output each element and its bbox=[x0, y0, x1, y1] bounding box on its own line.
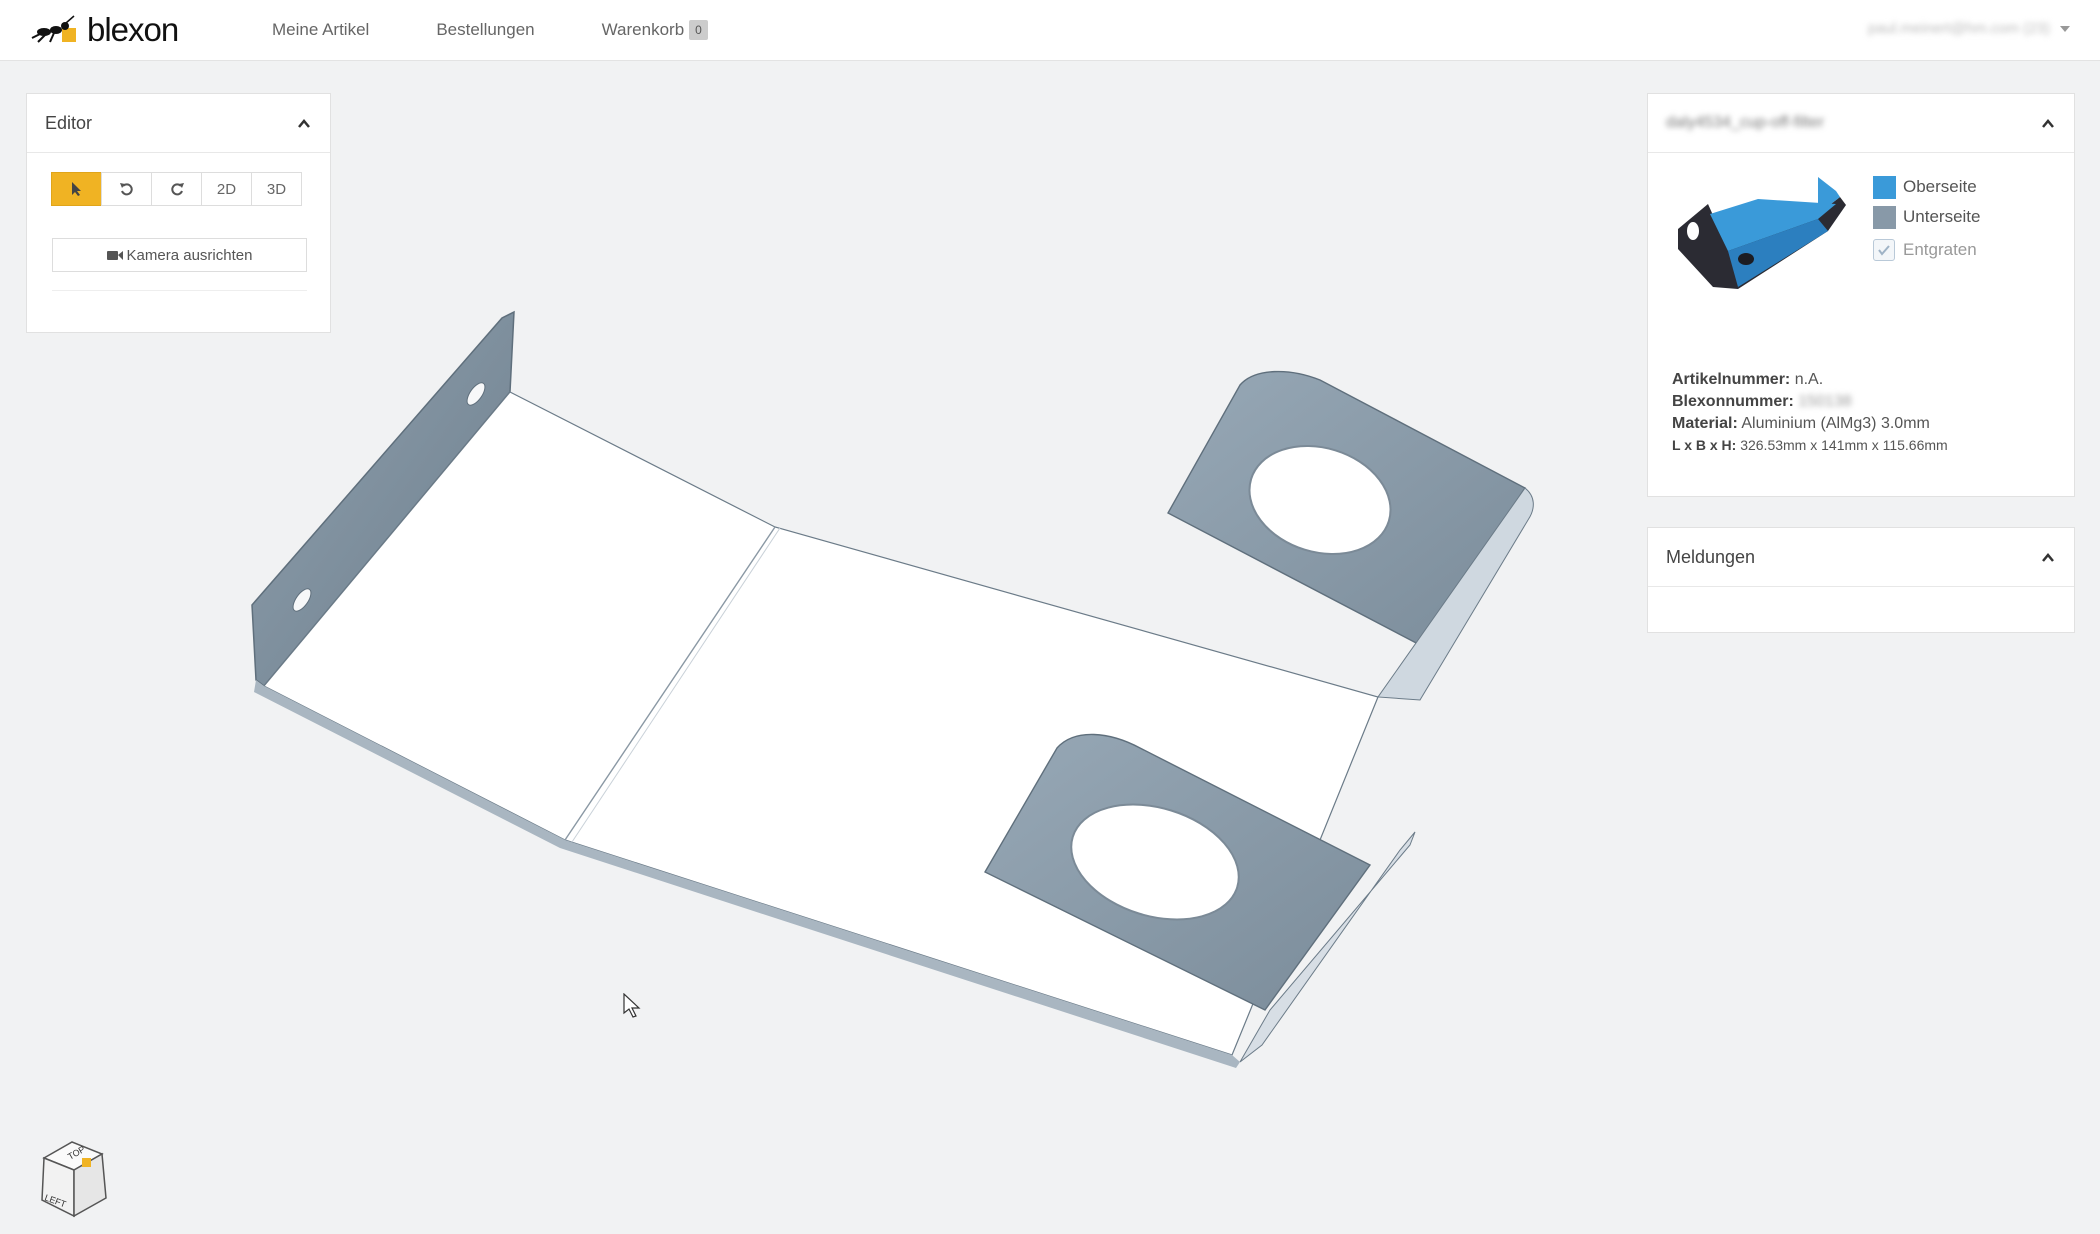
prop-label: Blexonnummer: bbox=[1672, 393, 1794, 410]
messages-panel-header[interactable]: Meldungen bbox=[1648, 528, 2074, 587]
messages-panel: Meldungen bbox=[1647, 527, 2075, 633]
prop-dimensions: L x B x H: 326.53mm x 141mm x 115.66mm bbox=[1672, 435, 1948, 455]
part-panel-header[interactable]: daly4534_cup-off-filter bbox=[1648, 94, 2074, 153]
blexon-logo[interactable]: blexon bbox=[30, 10, 179, 50]
checkmark-icon bbox=[1878, 245, 1890, 256]
editor-panel: Editor 2D 3D Kamera ausrichten bbox=[26, 93, 331, 333]
view-2d-button[interactable]: 2D bbox=[201, 172, 252, 206]
redo-button[interactable] bbox=[151, 172, 202, 206]
brand-name: blexon bbox=[87, 11, 179, 48]
prop-blexonnummer: Blexonnummer: 150138 bbox=[1672, 391, 1948, 413]
mouse-cursor-icon bbox=[623, 993, 641, 1018]
prop-label: Artikelnummer: bbox=[1672, 371, 1791, 388]
nav-meine-artikel[interactable]: Meine Artikel bbox=[272, 20, 369, 40]
part-properties: Artikelnummer: n.A. Blexonnummer: 150138… bbox=[1672, 369, 1948, 455]
chevron-up-icon[interactable] bbox=[2042, 552, 2054, 564]
prop-value: Aluminium (AlMg3) 3.0mm bbox=[1741, 415, 1930, 432]
deburr-checkbox[interactable] bbox=[1873, 239, 1895, 261]
part-info-panel: daly4534_cup-off-filter Oberseite Unters… bbox=[1647, 93, 2075, 497]
part-thumbnail bbox=[1678, 177, 1846, 289]
editor-title: Editor bbox=[45, 112, 93, 133]
divider bbox=[52, 290, 307, 291]
part-name: daly4534_cup-off-filter bbox=[1666, 114, 1825, 131]
swatch-unterseite bbox=[1873, 205, 1896, 229]
pointer-icon bbox=[71, 182, 81, 196]
legend-label: Unterseite bbox=[1903, 207, 1981, 226]
nav-warenkorb[interactable]: Warenkorb 0 bbox=[602, 20, 708, 40]
undo-icon bbox=[119, 183, 133, 196]
chevron-up-icon[interactable] bbox=[2042, 118, 2054, 130]
caret-down-icon[interactable] bbox=[2060, 26, 2070, 32]
view-cube[interactable]: TOP LEFT bbox=[30, 1136, 114, 1222]
editor-toolbar: 2D 3D bbox=[51, 172, 302, 206]
prop-value: 150138 bbox=[1798, 393, 1852, 410]
swatch-oberseite bbox=[1873, 175, 1896, 199]
ant-icon bbox=[31, 15, 76, 43]
prop-value: n.A. bbox=[1794, 371, 1824, 388]
nav-warenkorb-label: Warenkorb bbox=[601, 20, 685, 39]
video-camera-icon bbox=[106, 250, 123, 260]
prop-material: Material: Aluminium (AlMg3) 3.0mm bbox=[1672, 413, 1948, 435]
redo-icon bbox=[170, 183, 184, 196]
user-menu[interactable]: paul.meinert@hm.com (23) bbox=[1868, 20, 2050, 37]
legend-unterseite[interactable]: Unterseite bbox=[1873, 202, 1980, 232]
undo-button[interactable] bbox=[101, 172, 152, 206]
sheet-metal-part[interactable] bbox=[251, 310, 1534, 1068]
align-camera-label: Kamera ausrichten bbox=[126, 246, 253, 264]
deburr-checkbox-row: Entgraten bbox=[1873, 235, 1980, 265]
cart-count-badge: 0 bbox=[689, 20, 708, 40]
view-3d-button[interactable]: 3D bbox=[251, 172, 302, 206]
nav-bestellungen[interactable]: Bestellungen bbox=[436, 20, 534, 40]
prop-artikelnummer: Artikelnummer: n.A. bbox=[1672, 369, 1948, 391]
chevron-up-icon[interactable] bbox=[298, 118, 310, 130]
legend-label: Oberseite bbox=[1903, 177, 1977, 196]
prop-value: 326.53mm x 141mm x 115.66mm bbox=[1740, 437, 1948, 453]
align-camera-button[interactable]: Kamera ausrichten bbox=[52, 238, 307, 272]
select-tool-button[interactable] bbox=[51, 172, 102, 206]
editor-panel-header[interactable]: Editor bbox=[27, 94, 330, 153]
top-navbar: blexon Meine Artikel Bestellungen Warenk… bbox=[0, 0, 2100, 61]
legend-oberseite[interactable]: Oberseite bbox=[1873, 172, 1980, 202]
main-nav: Meine Artikel Bestellungen Warenkorb 0 bbox=[272, 0, 775, 60]
deburr-label: Entgraten bbox=[1903, 240, 1977, 259]
prop-label: L x B x H: bbox=[1672, 437, 1737, 453]
prop-label: Material: bbox=[1672, 415, 1738, 432]
messages-title: Meldungen bbox=[1666, 546, 1756, 567]
face-legend: Oberseite Unterseite Entgraten bbox=[1873, 172, 1980, 265]
